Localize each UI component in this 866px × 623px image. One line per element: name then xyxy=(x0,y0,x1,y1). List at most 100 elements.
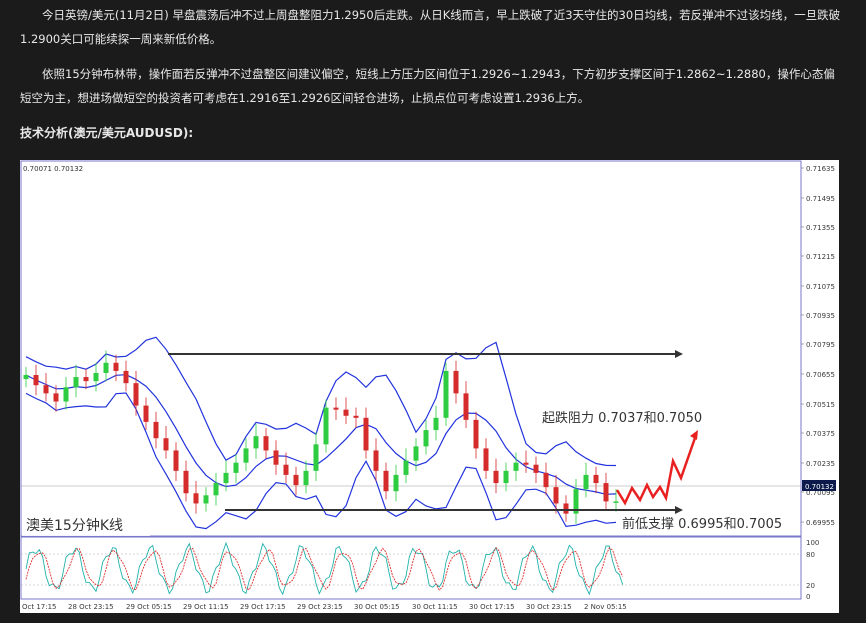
candle-body xyxy=(443,370,449,418)
candle-body xyxy=(533,464,539,473)
candle-body xyxy=(143,405,149,422)
candle-body xyxy=(463,393,469,420)
candle-body xyxy=(343,409,349,416)
current-price-label: 0.70132 xyxy=(805,483,834,491)
candle-body xyxy=(153,421,159,439)
oscillator-tick-label: 0 xyxy=(806,593,810,601)
price-axis: 0.71635 0.71495 0.71355 0.71215 0.71075 0.709… xyxy=(801,165,835,527)
time-axis: Oct 17:15 28 Oct 23:15 29 Oct 05:15 29 Oct … xyxy=(22,603,627,611)
candle-body xyxy=(163,438,169,451)
time-tick-label: 2 Nov 05:15 xyxy=(584,603,627,611)
candle-body xyxy=(553,487,559,504)
time-tick-label: Oct 17:15 xyxy=(22,603,57,611)
candle-body xyxy=(133,383,139,406)
time-tick-label: 30 Oct 05:15 xyxy=(354,603,400,611)
time-tick-label: 30 Oct 23:15 xyxy=(526,603,572,611)
candle-body xyxy=(213,483,219,496)
oscillator-tick-label: 100 xyxy=(806,539,819,547)
candle-body xyxy=(293,474,299,486)
candle-body xyxy=(83,377,89,382)
price-tick-label: 0.70375 xyxy=(806,430,835,438)
price-tick-label: 0.70515 xyxy=(806,401,835,409)
oscillator-tick-label: 80 xyxy=(806,551,815,559)
candle-body xyxy=(483,448,489,471)
price-tick-label: 0.70795 xyxy=(806,341,835,349)
price-tick-label: 0.71075 xyxy=(806,283,835,291)
price-tick-label: 0.71635 xyxy=(806,165,835,173)
candle-body xyxy=(473,419,479,449)
candle-body xyxy=(263,436,269,451)
candle-body xyxy=(433,417,439,431)
time-tick-label: 29 Oct 05:15 xyxy=(126,603,172,611)
candle-body xyxy=(113,362,119,371)
candle-body xyxy=(23,375,29,380)
candle-body xyxy=(593,474,599,484)
time-tick-label: 30 Oct 11:15 xyxy=(412,603,458,611)
candle-body xyxy=(383,470,389,492)
candle-body xyxy=(413,446,419,461)
candle-body xyxy=(253,436,259,449)
candle-body xyxy=(563,503,569,514)
paragraph-2-text: 依照15分钟布林带，操作面若反弹冲不过盘整区间建议偏空，短线上方压力区间位于1.… xyxy=(20,67,835,105)
time-tick-label: 30 Oct 17:15 xyxy=(469,603,515,611)
candle-body xyxy=(313,444,319,471)
price-tick-label: 0.71495 xyxy=(806,195,835,203)
candle-body xyxy=(33,375,39,386)
candle-body xyxy=(53,393,59,402)
resistance-annotation: 起跌阻力 0.7037和0.7050 xyxy=(542,410,702,426)
chart-title-annotation: 澳美15分钟K线 xyxy=(26,517,123,534)
support-annotation: 前低支撑 0.6995和0.7005 xyxy=(622,516,782,532)
candle-body xyxy=(613,501,619,503)
chart-svg: 0.70071 0.70132 0.716350.714950.713550.7… xyxy=(20,160,836,611)
candle-body xyxy=(303,470,309,486)
candle-body xyxy=(223,472,229,484)
candle-body xyxy=(453,370,459,394)
candle-body xyxy=(283,464,289,475)
time-tick-label: 29 Oct 11:15 xyxy=(183,603,229,611)
candle-body xyxy=(333,407,339,410)
candle-body xyxy=(233,462,239,473)
candle-body xyxy=(323,407,329,445)
candle-body xyxy=(243,448,249,463)
candle-body xyxy=(583,474,589,490)
candle-body xyxy=(73,377,79,388)
candle-body xyxy=(493,470,499,484)
candle-body xyxy=(423,430,429,447)
candle-body xyxy=(393,474,399,492)
candle-body xyxy=(63,387,69,402)
price-tick-label: 0.70655 xyxy=(806,371,835,379)
time-tick-label: 29 Oct 17:15 xyxy=(240,603,286,611)
candle-body xyxy=(523,462,529,465)
candle-body xyxy=(273,450,279,465)
candle-body xyxy=(603,483,609,502)
price-tick-label: 0.71355 xyxy=(806,224,835,232)
oscillator-tick-label: 20 xyxy=(806,582,815,590)
candle-body xyxy=(203,495,209,504)
price-tick-label: 0.69955 xyxy=(806,519,835,527)
paragraph-1-text: 今日英镑/美元(11月2日) 早盘震荡后冲不过上周盘整阻力1.2950后走跌。从… xyxy=(20,8,841,46)
candle-body xyxy=(503,470,509,484)
price-tick-label: 0.70235 xyxy=(806,460,835,468)
candle-body xyxy=(353,415,359,418)
audusd-chart: 0.70071 0.70132 0.71635 0.71495 0.71355 0.7… xyxy=(20,160,839,613)
candle-body xyxy=(403,460,409,475)
ohlc-readout: 0.70071 0.70132 xyxy=(23,165,83,173)
candle-body xyxy=(123,370,129,384)
price-tick-label: 0.71215 xyxy=(806,253,835,261)
candle-body xyxy=(543,472,549,488)
candle-body xyxy=(363,417,369,451)
time-tick-label: 29 Oct 23:15 xyxy=(297,603,343,611)
candle-body xyxy=(513,462,519,471)
candle-body xyxy=(43,385,49,394)
section-heading: 技术分析(澳元/美元AUDUSD): xyxy=(20,126,194,140)
time-tick-label: 28 Oct 23:15 xyxy=(68,603,114,611)
candle-body xyxy=(173,450,179,471)
analysis-paragraph-2: 依照15分钟布林带，操作面若反弹冲不过盘整区间建议偏空，短线上方压力区间位于1.… xyxy=(20,62,846,110)
candle-body xyxy=(93,372,99,382)
price-tick-label: 0.70935 xyxy=(806,312,835,320)
candle-body xyxy=(193,493,199,504)
candle-body xyxy=(183,470,189,494)
analysis-paragraph-1: 今日英镑/美元(11月2日) 早盘震荡后冲不过上周盘整阻力1.2950后走跌。从… xyxy=(20,3,846,51)
candle-body xyxy=(103,362,109,373)
candle-body xyxy=(373,450,379,471)
